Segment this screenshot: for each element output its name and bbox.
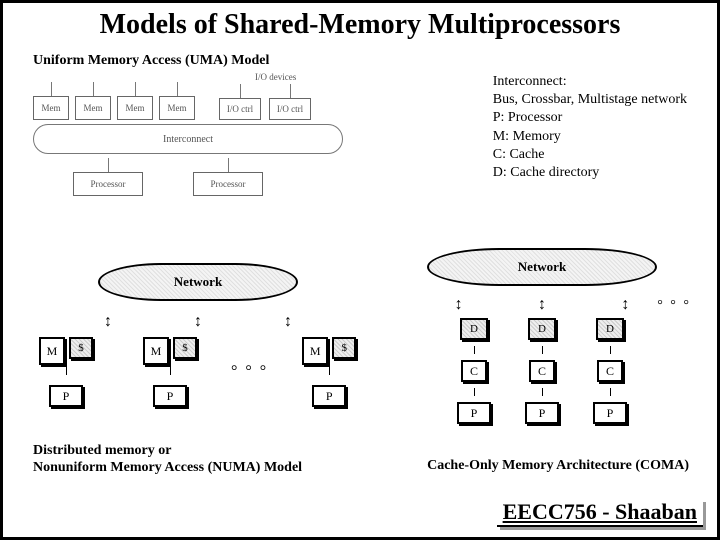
legend-line: D: Cache directory bbox=[493, 164, 687, 182]
numa-diagram: Network ↕ ↕ ↕ M $ P M $ P bbox=[23, 263, 373, 407]
directory-box: D bbox=[528, 318, 556, 340]
processor-box: P bbox=[312, 385, 346, 407]
numa-caption: Distributed memory or Nonuniform Memory … bbox=[33, 443, 302, 477]
legend-line: Interconnect: bbox=[493, 73, 687, 91]
double-arrow-icon: ↕ bbox=[621, 296, 629, 314]
memory-box: M bbox=[39, 337, 65, 365]
interconnect-oval: Interconnect bbox=[33, 124, 343, 154]
cache-box: $ bbox=[332, 337, 356, 359]
uma-subtitle: Uniform Memory Access (UMA) Model bbox=[33, 53, 269, 69]
processor-box: P bbox=[153, 385, 187, 407]
cache-box: C bbox=[529, 360, 555, 382]
processor-box: P bbox=[525, 402, 559, 424]
coma-node: D C P bbox=[457, 318, 491, 424]
slide-title: Models of Shared-Memory Multiprocessors bbox=[3, 9, 717, 41]
network-oval: Network bbox=[98, 263, 298, 301]
double-arrow-icon: ↕ bbox=[284, 313, 292, 331]
numa-node: M $ P bbox=[286, 337, 372, 407]
cache-box: $ bbox=[173, 337, 197, 359]
legend-line: Bus, Crossbar, Multistage network bbox=[493, 91, 687, 109]
cache-box: C bbox=[461, 360, 487, 382]
mem-box: Mem bbox=[117, 96, 153, 120]
processor-box: Processor bbox=[193, 172, 263, 196]
processor-box: P bbox=[457, 402, 491, 424]
cache-box: $ bbox=[69, 337, 93, 359]
legend-line: P: Processor bbox=[493, 109, 687, 127]
memory-box: M bbox=[143, 337, 169, 365]
directory-box: D bbox=[596, 318, 624, 340]
cache-box: C bbox=[597, 360, 623, 382]
processor-box: Processor bbox=[73, 172, 143, 196]
processor-box: P bbox=[49, 385, 83, 407]
slide-frame: Models of Shared-Memory Multiprocessors … bbox=[0, 0, 720, 540]
footer-credit: EECC756 - Shaaban bbox=[497, 499, 703, 527]
mem-box: Mem bbox=[159, 96, 195, 120]
double-arrow-icon: ↕ bbox=[455, 296, 463, 314]
double-arrow-icon: ↕ bbox=[104, 313, 112, 331]
coma-node: D C P bbox=[525, 318, 559, 424]
network-oval: Network bbox=[427, 248, 657, 286]
directory-box: D bbox=[460, 318, 488, 340]
mem-box: Mem bbox=[33, 96, 69, 120]
io-ctrl-box: I/O ctrl bbox=[269, 98, 311, 120]
double-arrow-icon: ↕ bbox=[538, 296, 546, 314]
legend-block: Interconnect: Bus, Crossbar, Multistage … bbox=[493, 73, 687, 182]
coma-caption: Cache-Only Memory Architecture (COMA) bbox=[427, 458, 689, 474]
processor-box: P bbox=[593, 402, 627, 424]
io-devices-label: I/O devices bbox=[255, 73, 305, 82]
double-arrow-icon: ↕ bbox=[194, 313, 202, 331]
io-ctrl-box: I/O ctrl bbox=[219, 98, 261, 120]
legend-line: C: Cache bbox=[493, 146, 687, 164]
ellipsis: ° ° ° bbox=[231, 363, 268, 381]
memory-box: M bbox=[302, 337, 328, 365]
coma-node: D C P bbox=[593, 318, 627, 424]
numa-node: M $ P bbox=[127, 337, 213, 407]
uma-figure: Mem Mem Mem Mem I/O devices I/O ctrl I/O… bbox=[33, 73, 353, 233]
numa-caption-line: Distributed memory or bbox=[33, 443, 302, 460]
mem-box: Mem bbox=[75, 96, 111, 120]
ellipsis: ° ° ° bbox=[657, 298, 691, 314]
legend-line: M: Memory bbox=[493, 128, 687, 146]
coma-diagram: Network ↕ ↕ ↕ ° ° ° D C P D C P D bbox=[387, 248, 697, 424]
numa-node: M $ P bbox=[23, 337, 109, 407]
numa-caption-line: Nonuniform Memory Access (NUMA) Model bbox=[33, 460, 302, 477]
